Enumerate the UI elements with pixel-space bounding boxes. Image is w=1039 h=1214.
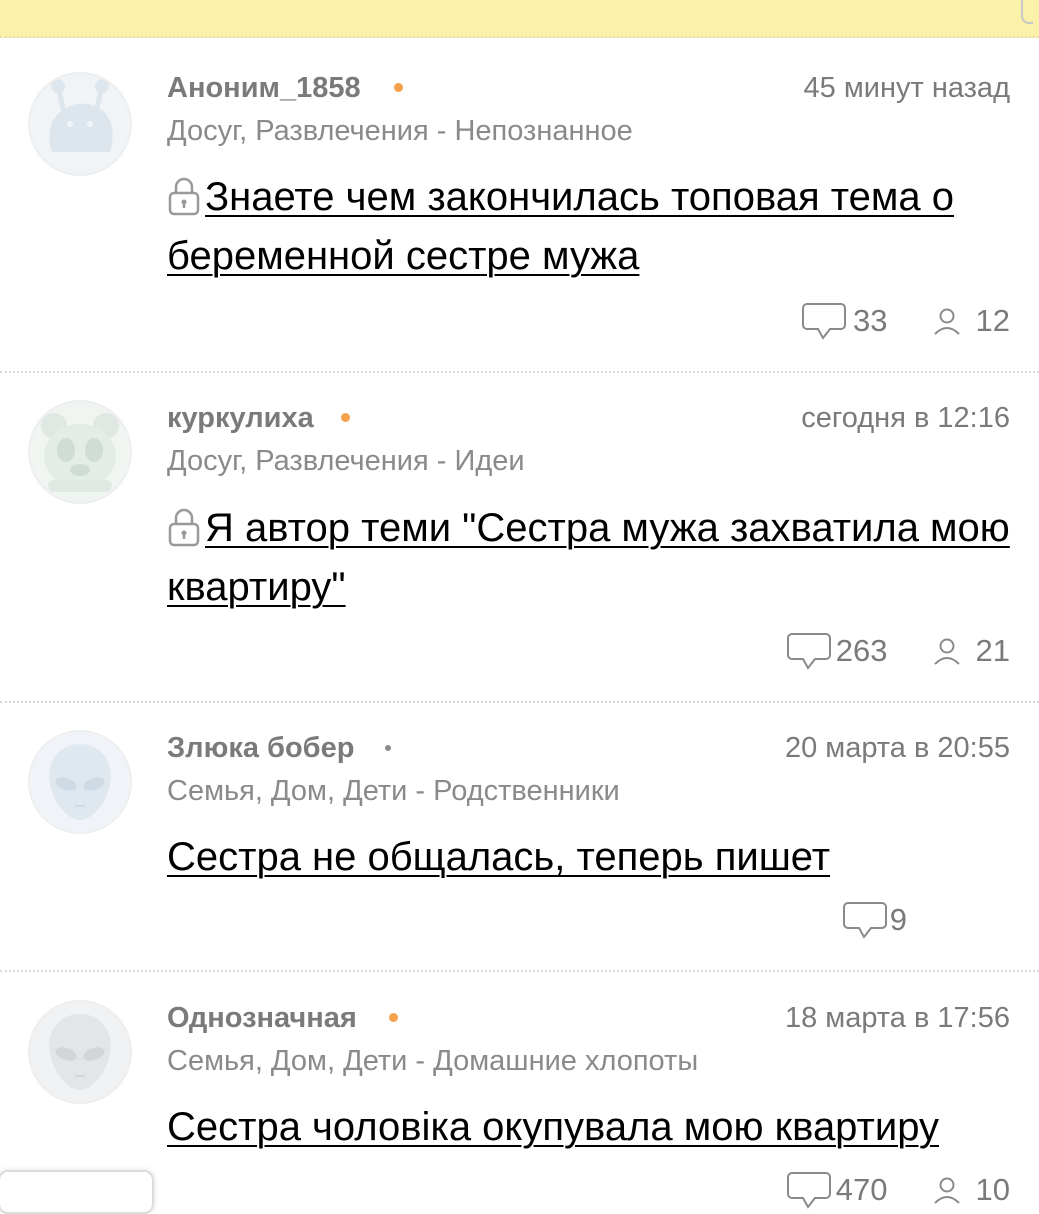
participants-count: 10 xyxy=(932,1172,1010,1208)
topic-item: куркулиха сегодня в 12:16 Досуг, Развлеч… xyxy=(0,372,1039,702)
topic-stats: 9 xyxy=(842,898,907,942)
online-status-dot xyxy=(394,83,403,92)
offline-status-dot xyxy=(385,745,391,751)
category-breadcrumb[interactable]: Досуг, Развлечения - Идеи xyxy=(167,445,525,478)
comments-count-value: 9 xyxy=(889,902,907,937)
comment-bubble-icon xyxy=(786,1170,832,1210)
author-name[interactable]: куркулиха xyxy=(167,402,314,435)
bottom-floating-tab[interactable] xyxy=(0,1170,154,1214)
topic-item: Аноним_1858 45 минут назад Досуг, Развле… xyxy=(0,36,1039,372)
topic-item: Злюка бобер 20 марта в 20:55 Семья, Дом,… xyxy=(0,702,1039,970)
topic-stats: 470 10 xyxy=(786,1168,1010,1212)
panda-avatar-icon xyxy=(30,402,130,502)
comments-count: 9 xyxy=(842,900,907,940)
topic-title-text[interactable]: Знаете чем закончилась топовая тема о бе… xyxy=(167,175,954,278)
comments-count-value: 33 xyxy=(853,303,888,338)
category-breadcrumb[interactable]: Семья, Дом, Дети - Родственники xyxy=(167,775,620,808)
post-date: 18 марта в 17:56 xyxy=(784,1002,1010,1034)
user-avatar[interactable] xyxy=(30,1002,130,1102)
comment-bubble-icon xyxy=(842,900,888,940)
author-name[interactable]: Аноним_1858 xyxy=(167,72,361,105)
participants-count-value: 21 xyxy=(975,633,1010,668)
alien-avatar-icon xyxy=(30,732,130,832)
author-name[interactable]: Злюка бобер xyxy=(167,732,354,765)
snail-avatar-icon xyxy=(30,74,130,174)
category-breadcrumb[interactable]: Досуг, Развлечения - Непознанное xyxy=(167,115,633,148)
top-banner xyxy=(0,0,1039,38)
post-date: 20 марта в 20:55 xyxy=(784,732,1010,764)
topic-title-link[interactable]: Я автор теми "Сестра мужа захватила мою … xyxy=(167,499,1012,617)
comment-bubble-icon xyxy=(801,301,847,341)
topic-stats: 263 21 xyxy=(786,629,1010,673)
comments-count: 263 xyxy=(786,631,888,671)
post-date: сегодня в 12:16 xyxy=(801,402,1010,434)
topic-item: Однозначная 18 марта в 17:56 Семья, Дом,… xyxy=(0,972,1039,1209)
topic-title-link[interactable]: Сестра чоловіка окупувала мою квартиру xyxy=(167,1098,1012,1157)
author-name[interactable]: Однозначная xyxy=(167,1002,357,1035)
post-date: 45 минут назад xyxy=(803,72,1010,104)
user-icon xyxy=(932,635,962,667)
user-avatar[interactable] xyxy=(30,74,130,174)
participants-count: 12 xyxy=(932,303,1010,339)
lock-icon xyxy=(167,176,201,216)
alien-avatar-icon xyxy=(30,1002,130,1102)
topic-title-text[interactable]: Я автор теми "Сестра мужа захватила мою … xyxy=(167,506,1010,609)
participants-count-value: 12 xyxy=(975,303,1010,338)
comments-count: 470 xyxy=(786,1170,888,1210)
topic-title-text[interactable]: Сестра чоловіка окупувала мою квартиру xyxy=(167,1105,939,1149)
participants-count: 21 xyxy=(932,633,1010,669)
lock-icon xyxy=(167,507,201,547)
comments-count-value: 263 xyxy=(835,633,888,668)
participants-count-value: 10 xyxy=(975,1172,1010,1207)
online-status-dot xyxy=(389,1013,398,1022)
topic-title-link[interactable]: Сестра не общалась, теперь пишет xyxy=(167,828,1012,887)
user-icon xyxy=(932,1174,962,1206)
comment-bubble-icon xyxy=(786,631,832,671)
topic-title-text[interactable]: Сестра не общалась, теперь пишет xyxy=(167,835,830,879)
topic-title-link[interactable]: Знаете чем закончилась топовая тема о бе… xyxy=(167,168,1012,286)
category-breadcrumb[interactable]: Семья, Дом, Дети - Домашние хлопоты xyxy=(167,1045,698,1078)
online-status-dot xyxy=(341,413,350,422)
scrollbar[interactable] xyxy=(1021,0,1033,24)
user-avatar[interactable] xyxy=(30,402,130,502)
topic-stats: 33 12 xyxy=(801,299,1010,343)
comments-count: 33 xyxy=(801,301,888,341)
user-avatar[interactable] xyxy=(30,732,130,832)
comments-count-value: 470 xyxy=(835,1172,888,1207)
user-icon xyxy=(932,305,962,337)
